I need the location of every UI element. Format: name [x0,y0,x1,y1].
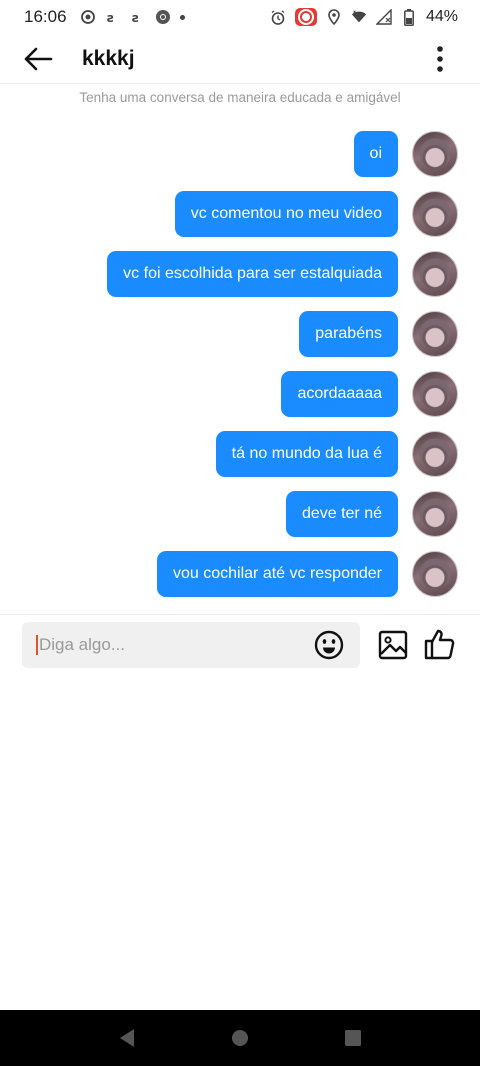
message-bubble[interactable]: oi [353,131,398,177]
avatar[interactable] [412,191,458,237]
dot-icon [179,14,185,20]
nav-recents-button[interactable] [333,1018,373,1058]
status-left: 16:06 ꙅ ꙅ [24,7,185,27]
message-bubble[interactable]: tá no mundo da lua é [215,431,398,477]
avatar[interactable] [412,491,458,537]
conduct-notice: Tenha uma conversa de maneira educada e … [79,90,401,105]
battery-percent: 44% [425,8,458,25]
message-row: oi [18,130,458,178]
avatar[interactable] [412,371,458,417]
svg-text:ꙅ: ꙅ [132,11,139,25]
chat-header: kkkkj [0,34,480,84]
alarm-icon [270,9,286,25]
arrow-left-icon [24,47,53,70]
square-recents-icon [345,1030,362,1046]
location-icon [326,9,342,25]
message-row: acordaaaaa [18,370,458,418]
nav-home-button[interactable] [220,1018,260,1058]
signal-icon [375,9,392,25]
avatar[interactable] [412,251,458,297]
message-row: deve ter né [18,490,458,538]
composer-divider [0,614,480,615]
screen-record-icon [294,8,317,26]
nav-back-button[interactable] [107,1018,147,1058]
chat-title: kkkkj [82,46,135,70]
wifi-icon [351,9,367,25]
avatar[interactable] [412,551,458,597]
message-composer [22,622,360,668]
emoji-icon [314,630,344,660]
message-list: oi vc comentou no meu video vc foi escol… [18,130,458,610]
avatar[interactable] [412,311,458,357]
message-bubble[interactable]: parabéns [299,311,398,357]
avatar[interactable] [412,431,458,477]
like-button[interactable] [423,627,457,661]
photo-button[interactable] [377,629,409,661]
gps-target-icon [80,9,96,25]
thumbs-up-icon [424,629,455,660]
back-button[interactable] [8,34,68,84]
more-options-button[interactable] [426,42,454,76]
message-bubble[interactable]: acordaaaaa [281,371,398,417]
message-row: tá no mundo da lua é [18,430,458,478]
message-bubble[interactable]: vc foi escolhida para ser estalquiada [107,251,398,297]
circle-home-icon [231,1030,248,1046]
message-row: parabéns [18,310,458,358]
teams-icon: ꙅ [105,9,121,25]
message-bubble[interactable]: vou cochilar até vc responder [157,551,398,597]
avatar[interactable] [412,131,458,177]
status-right: 44% [270,8,458,26]
message-row: vc comentou no meu video [18,190,458,238]
emoji-button[interactable] [314,630,344,660]
system-nav-bar [0,1010,480,1066]
chrome-icon [155,9,171,25]
teams-icon: ꙅ [130,9,146,25]
svg-text:ꙅ: ꙅ [107,11,114,25]
message-row: vou cochilar até vc responder [18,550,458,598]
status-time: 16:06 [24,7,67,26]
more-vertical-icon [437,46,443,72]
message-row: vc foi escolhida para ser estalquiada [18,250,458,298]
triangle-back-icon [119,1029,134,1047]
status-bar: 16:06 ꙅ ꙅ 44% [0,0,480,34]
text-caret [36,635,38,655]
battery-icon [401,8,417,26]
message-input[interactable] [39,635,299,655]
image-icon [378,630,408,660]
message-bubble[interactable]: vc comentou no meu video [174,191,398,237]
message-bubble[interactable]: deve ter né [285,491,398,537]
